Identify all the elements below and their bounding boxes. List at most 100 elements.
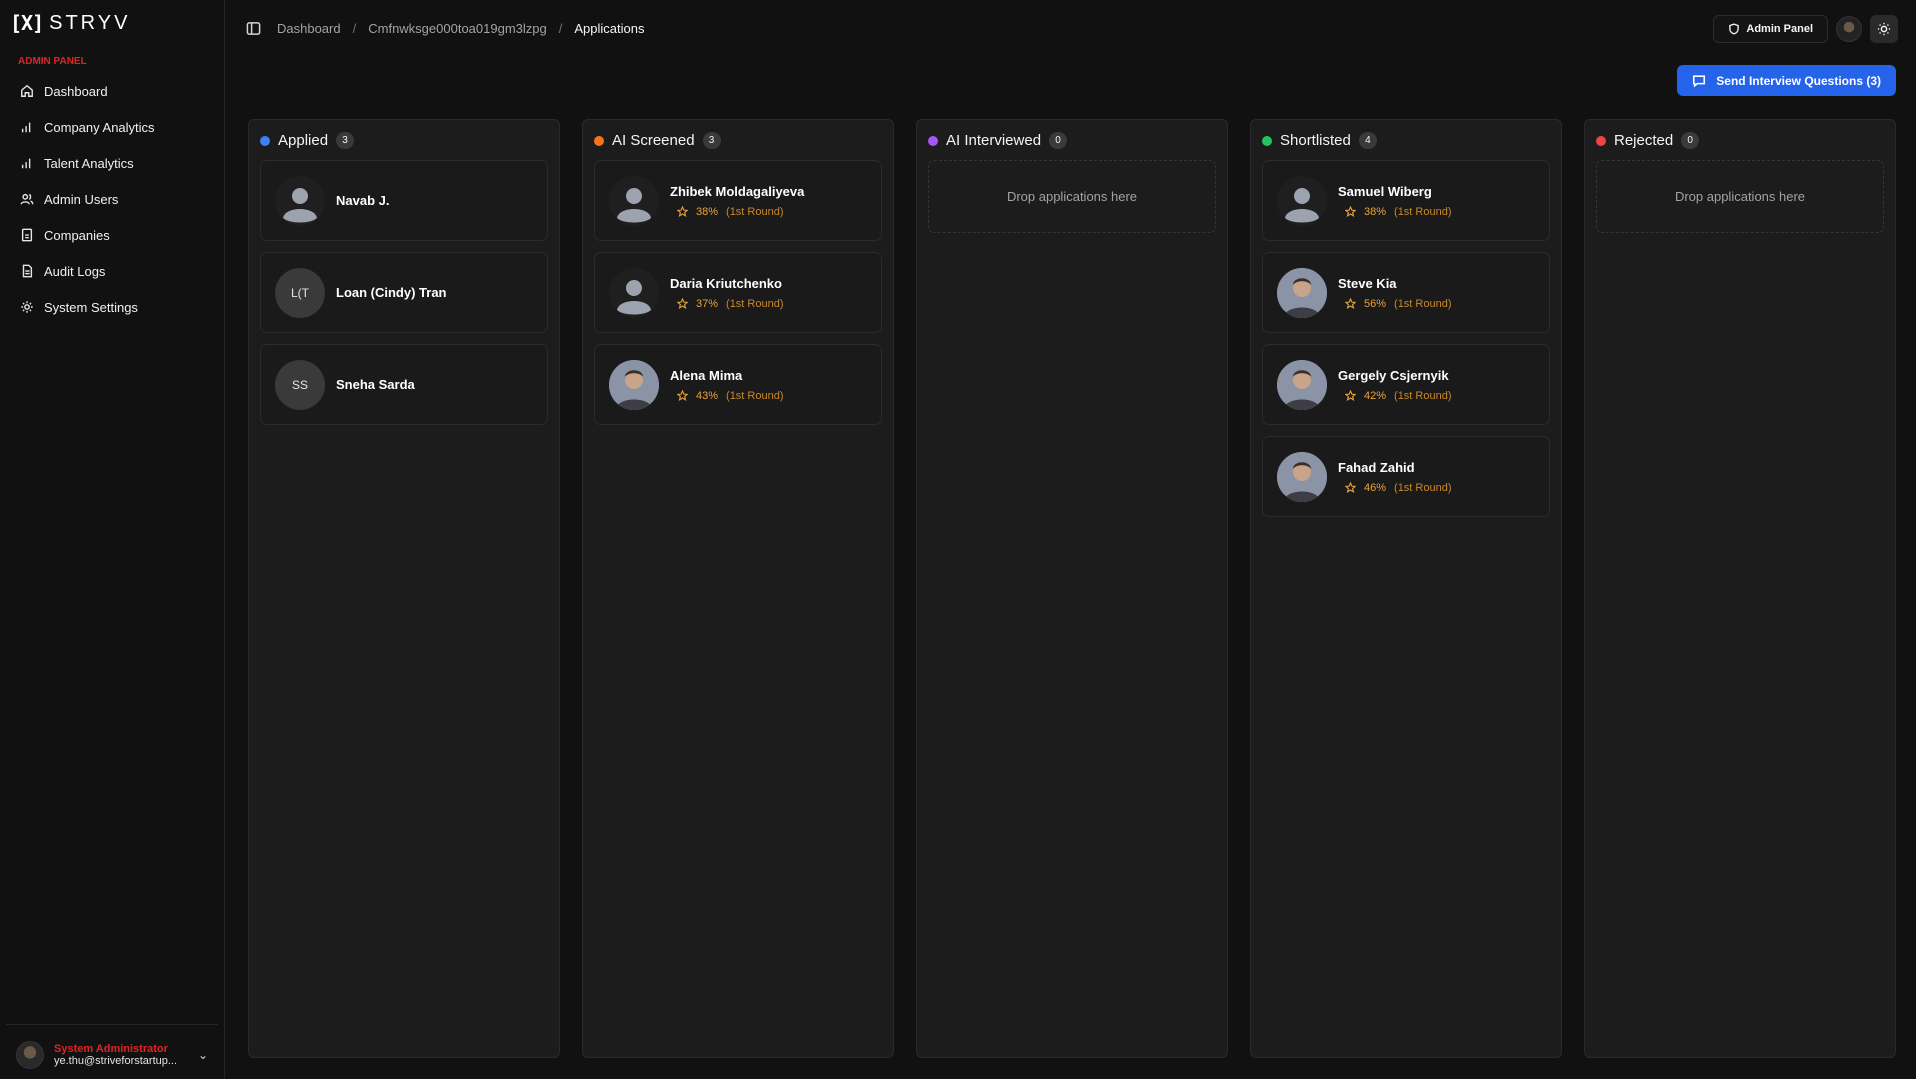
- sidebar-item-label: Company Analytics: [44, 119, 155, 135]
- round-label: (1st Round): [1394, 481, 1452, 494]
- column-header: Rejected 0: [1596, 132, 1884, 149]
- sidebar-item-label: Audit Logs: [44, 263, 106, 279]
- candidate-name: Sneha Sarda: [336, 377, 415, 392]
- candidate-card[interactable]: L(T Loan (Cindy) Tran: [260, 252, 548, 333]
- user-placeholder-icon: [275, 175, 325, 226]
- star-icon: [1345, 390, 1356, 401]
- candidate-card[interactable]: Zhibek Moldagaliyeva 38% (1st Round): [594, 160, 882, 241]
- shield-icon: [1729, 22, 1740, 35]
- sidebar-item-talent-analytics[interactable]: Talent Analytics: [8, 145, 216, 181]
- candidate-name: Navab J.: [336, 193, 390, 208]
- kanban-board: Applied 3 Navab J. L(T Loan (Cindy) Tran SS Sn…: [225, 119, 1916, 1058]
- person-photo-icon: [1277, 359, 1327, 410]
- sidebar: [X] STRYV ADMIN PANEL Dashboard Company A…: [0, 0, 225, 1079]
- avatar: [275, 175, 325, 226]
- main-content: Dashboard / Cmfnwksge000toa019gm3lzpg / …: [225, 0, 1916, 1079]
- user-placeholder-icon: [609, 175, 659, 226]
- drop-zone-text: Drop applications here: [1006, 189, 1138, 204]
- round-label: (1st Round): [1394, 205, 1452, 218]
- status-dot: [594, 135, 604, 146]
- column-header: AI Interviewed 0: [928, 132, 1216, 149]
- column-ai-screened: AI Screened 3 Zhibek Moldagaliyeva 38% (1st …: [582, 119, 894, 1058]
- sidebar-item-companies[interactable]: Companies: [8, 217, 216, 253]
- admin-panel-button[interactable]: Admin Panel: [1713, 14, 1828, 43]
- candidate-name: Gergely Csjernyik: [1338, 367, 1449, 383]
- candidate-name: Samuel Wiberg: [1338, 183, 1432, 199]
- avatar: [1277, 451, 1327, 502]
- candidate-name: Loan (Cindy) Tran: [336, 285, 447, 300]
- column-title: AI Interviewed: [946, 132, 1042, 149]
- count-badge: 3: [702, 132, 721, 149]
- admin-panel-label: Admin Panel: [1746, 22, 1813, 35]
- send-interview-questions-button[interactable]: Send Interview Questions (3): [1677, 65, 1896, 96]
- user-menu[interactable]: System Administrator ye.thu@striveforsta…: [6, 1024, 218, 1069]
- status-dot: [260, 135, 270, 146]
- avatar-initials: L(T: [291, 285, 309, 300]
- candidate-info: Fahad Zahid 46% (1st Round): [1338, 460, 1452, 494]
- score-row: 37% (1st Round): [670, 298, 784, 310]
- round-label: (1st Round): [1394, 389, 1452, 402]
- sidebar-item-audit-logs[interactable]: Audit Logs: [8, 253, 216, 289]
- candidate-card[interactable]: Samuel Wiberg 38% (1st Round): [1262, 160, 1550, 241]
- candidate-card[interactable]: SS Sneha Sarda: [260, 344, 548, 425]
- column-header: AI Screened 3: [594, 132, 882, 149]
- user-role: System Administrator: [54, 1043, 168, 1055]
- score-value: 43%: [696, 389, 719, 402]
- sidebar-item-system-settings[interactable]: System Settings: [8, 289, 216, 325]
- column-ai-interviewed: AI Interviewed 0 Drop applications here: [916, 119, 1228, 1058]
- round-label: (1st Round): [1394, 297, 1452, 310]
- column-title: Rejected: [1614, 132, 1674, 149]
- sidebar-item-label: Talent Analytics: [44, 155, 134, 171]
- avatar: [609, 175, 659, 226]
- score-row: 46% (1st Round): [1338, 482, 1452, 494]
- star-icon: [677, 298, 688, 309]
- sidebar-item-company-analytics[interactable]: Company Analytics: [8, 109, 216, 145]
- bar-chart-icon: [20, 156, 34, 170]
- candidate-card[interactable]: Fahad Zahid 46% (1st Round): [1262, 436, 1550, 517]
- theme-toggle-button[interactable]: [1870, 14, 1898, 43]
- candidate-info: Samuel Wiberg 38% (1st Round): [1338, 184, 1452, 218]
- candidate-card[interactable]: Alena Mima 43% (1st Round): [594, 344, 882, 425]
- message-square-icon: [1693, 74, 1706, 87]
- candidate-info: Daria Kriutchenko 37% (1st Round): [670, 276, 784, 310]
- drop-zone-text: Drop applications here: [1674, 189, 1806, 204]
- drop-zone[interactable]: Drop applications here: [1596, 160, 1884, 233]
- sidebar-item-dashboard[interactable]: Dashboard: [8, 73, 216, 109]
- sidebar-item-admin-users[interactable]: Admin Users: [8, 181, 216, 217]
- column-rejected: Rejected 0 Drop applications here: [1584, 119, 1896, 1058]
- breadcrumb-link-company[interactable]: Cmfnwksge000toa019gm3lzpg: [368, 21, 547, 36]
- round-label: (1st Round): [726, 389, 784, 402]
- breadcrumb-link-dashboard[interactable]: Dashboard: [277, 21, 341, 36]
- avatar[interactable]: [1836, 15, 1862, 42]
- sidebar-item-label: Admin Users: [44, 191, 119, 207]
- chevrons-up-down-icon[interactable]: ⌄: [198, 1048, 208, 1062]
- breadcrumb: Dashboard / Cmfnwksge000toa019gm3lzpg / …: [277, 21, 644, 36]
- brand-logo[interactable]: [X] STRYV: [0, 0, 224, 46]
- candidate-info: Alena Mima 43% (1st Round): [670, 368, 784, 402]
- candidate-info: Loan (Cindy) Tran: [336, 285, 447, 300]
- user-placeholder-icon: [1277, 175, 1327, 226]
- sun-icon: [1877, 22, 1891, 35]
- drop-zone[interactable]: Drop applications here: [928, 160, 1216, 233]
- column-title: AI Screened: [612, 132, 695, 149]
- column-title: Applied: [278, 132, 329, 149]
- avatar: [1277, 267, 1327, 318]
- home-icon: [20, 84, 34, 98]
- sidebar-toggle-button[interactable]: [243, 19, 263, 39]
- candidate-card[interactable]: Gergely Csjernyik 42% (1st Round): [1262, 344, 1550, 425]
- candidate-card[interactable]: Steve Kia 56% (1st Round): [1262, 252, 1550, 333]
- avatar: [1277, 175, 1327, 226]
- bar-chart-icon: [20, 120, 34, 134]
- avatar-initials: SS: [291, 377, 308, 392]
- brand-mark: [X]: [10, 11, 44, 35]
- user-text: System Administrator ye.thu@striveforsta…: [54, 1043, 188, 1067]
- candidate-card[interactable]: Navab J.: [260, 160, 548, 241]
- star-icon: [677, 390, 688, 401]
- candidate-card[interactable]: Daria Kriutchenko 37% (1st Round): [594, 252, 882, 333]
- avatar: L(T: [275, 267, 325, 318]
- user-email: ye.thu@striveforstartup...: [54, 1055, 178, 1067]
- star-icon: [1345, 482, 1356, 493]
- gear-icon: [20, 300, 34, 314]
- sidebar-item-label: System Settings: [44, 299, 138, 315]
- score-row: 43% (1st Round): [670, 390, 784, 402]
